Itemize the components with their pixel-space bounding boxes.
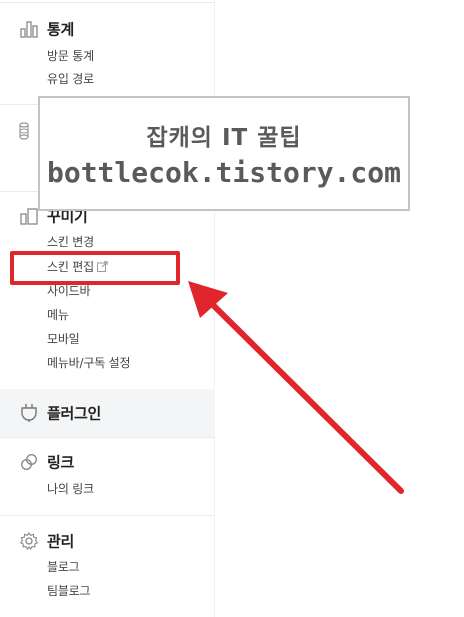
divider — [0, 515, 215, 516]
sidebar-item-menu[interactable]: 메뉴 — [47, 305, 69, 325]
plugin-icon — [19, 403, 39, 423]
divider — [0, 437, 215, 438]
bar-chart-icon — [19, 19, 39, 39]
sidebar-section-manage[interactable]: 관리 — [0, 524, 215, 558]
decorate-icon — [19, 206, 39, 226]
section-title-link: 링크 — [47, 453, 75, 472]
gear-icon — [19, 531, 39, 551]
sidebar-item-my-links[interactable]: 나의 링크 — [47, 479, 94, 499]
highlight-box — [10, 251, 180, 285]
watermark-title: 잡캐의 IT 꿀팁 — [146, 125, 302, 151]
sidebar-item-menubar-subscribe[interactable]: 메뉴바/구독 설정 — [47, 353, 131, 373]
sidebar-section-plugin[interactable]: 플러그인 — [0, 396, 215, 430]
divider — [0, 2, 215, 3]
sidebar-item-mobile[interactable]: 모바일 — [47, 329, 80, 349]
sidebar-item-team-blog[interactable]: 팀블로그 — [47, 581, 91, 601]
link-icon — [19, 452, 39, 472]
section-title-stats: 통계 — [47, 20, 75, 39]
section-title-manage: 관리 — [47, 532, 75, 551]
sidebar-item-blog[interactable]: 블로그 — [47, 557, 80, 577]
coin-icon — [19, 122, 29, 144]
watermark: 잡캐의 IT 꿀팁 bottlecok.tistory.com — [38, 96, 410, 211]
sidebar-item-referrer[interactable]: 유입 경로 — [47, 69, 94, 89]
sidebar-item-visit-stats[interactable]: 방문 통계 — [47, 46, 94, 66]
sidebar-section-stats[interactable]: 통계 — [0, 12, 215, 46]
sidebar-section-link[interactable]: 링크 — [0, 445, 215, 479]
watermark-url: bottlecok.tistory.com — [46, 156, 401, 189]
page: 통계 방문 통계 유입 경로 꾸미기 스킨 변경 스킨 편집 사이드바 메뉴 모… — [0, 0, 464, 617]
sidebar-item-skin-change[interactable]: 스킨 변경 — [47, 232, 94, 252]
section-title-plugin: 플러그인 — [47, 404, 102, 423]
admin-sidebar: 통계 방문 통계 유입 경로 꾸미기 스킨 변경 스킨 편집 사이드바 메뉴 모… — [0, 0, 215, 617]
